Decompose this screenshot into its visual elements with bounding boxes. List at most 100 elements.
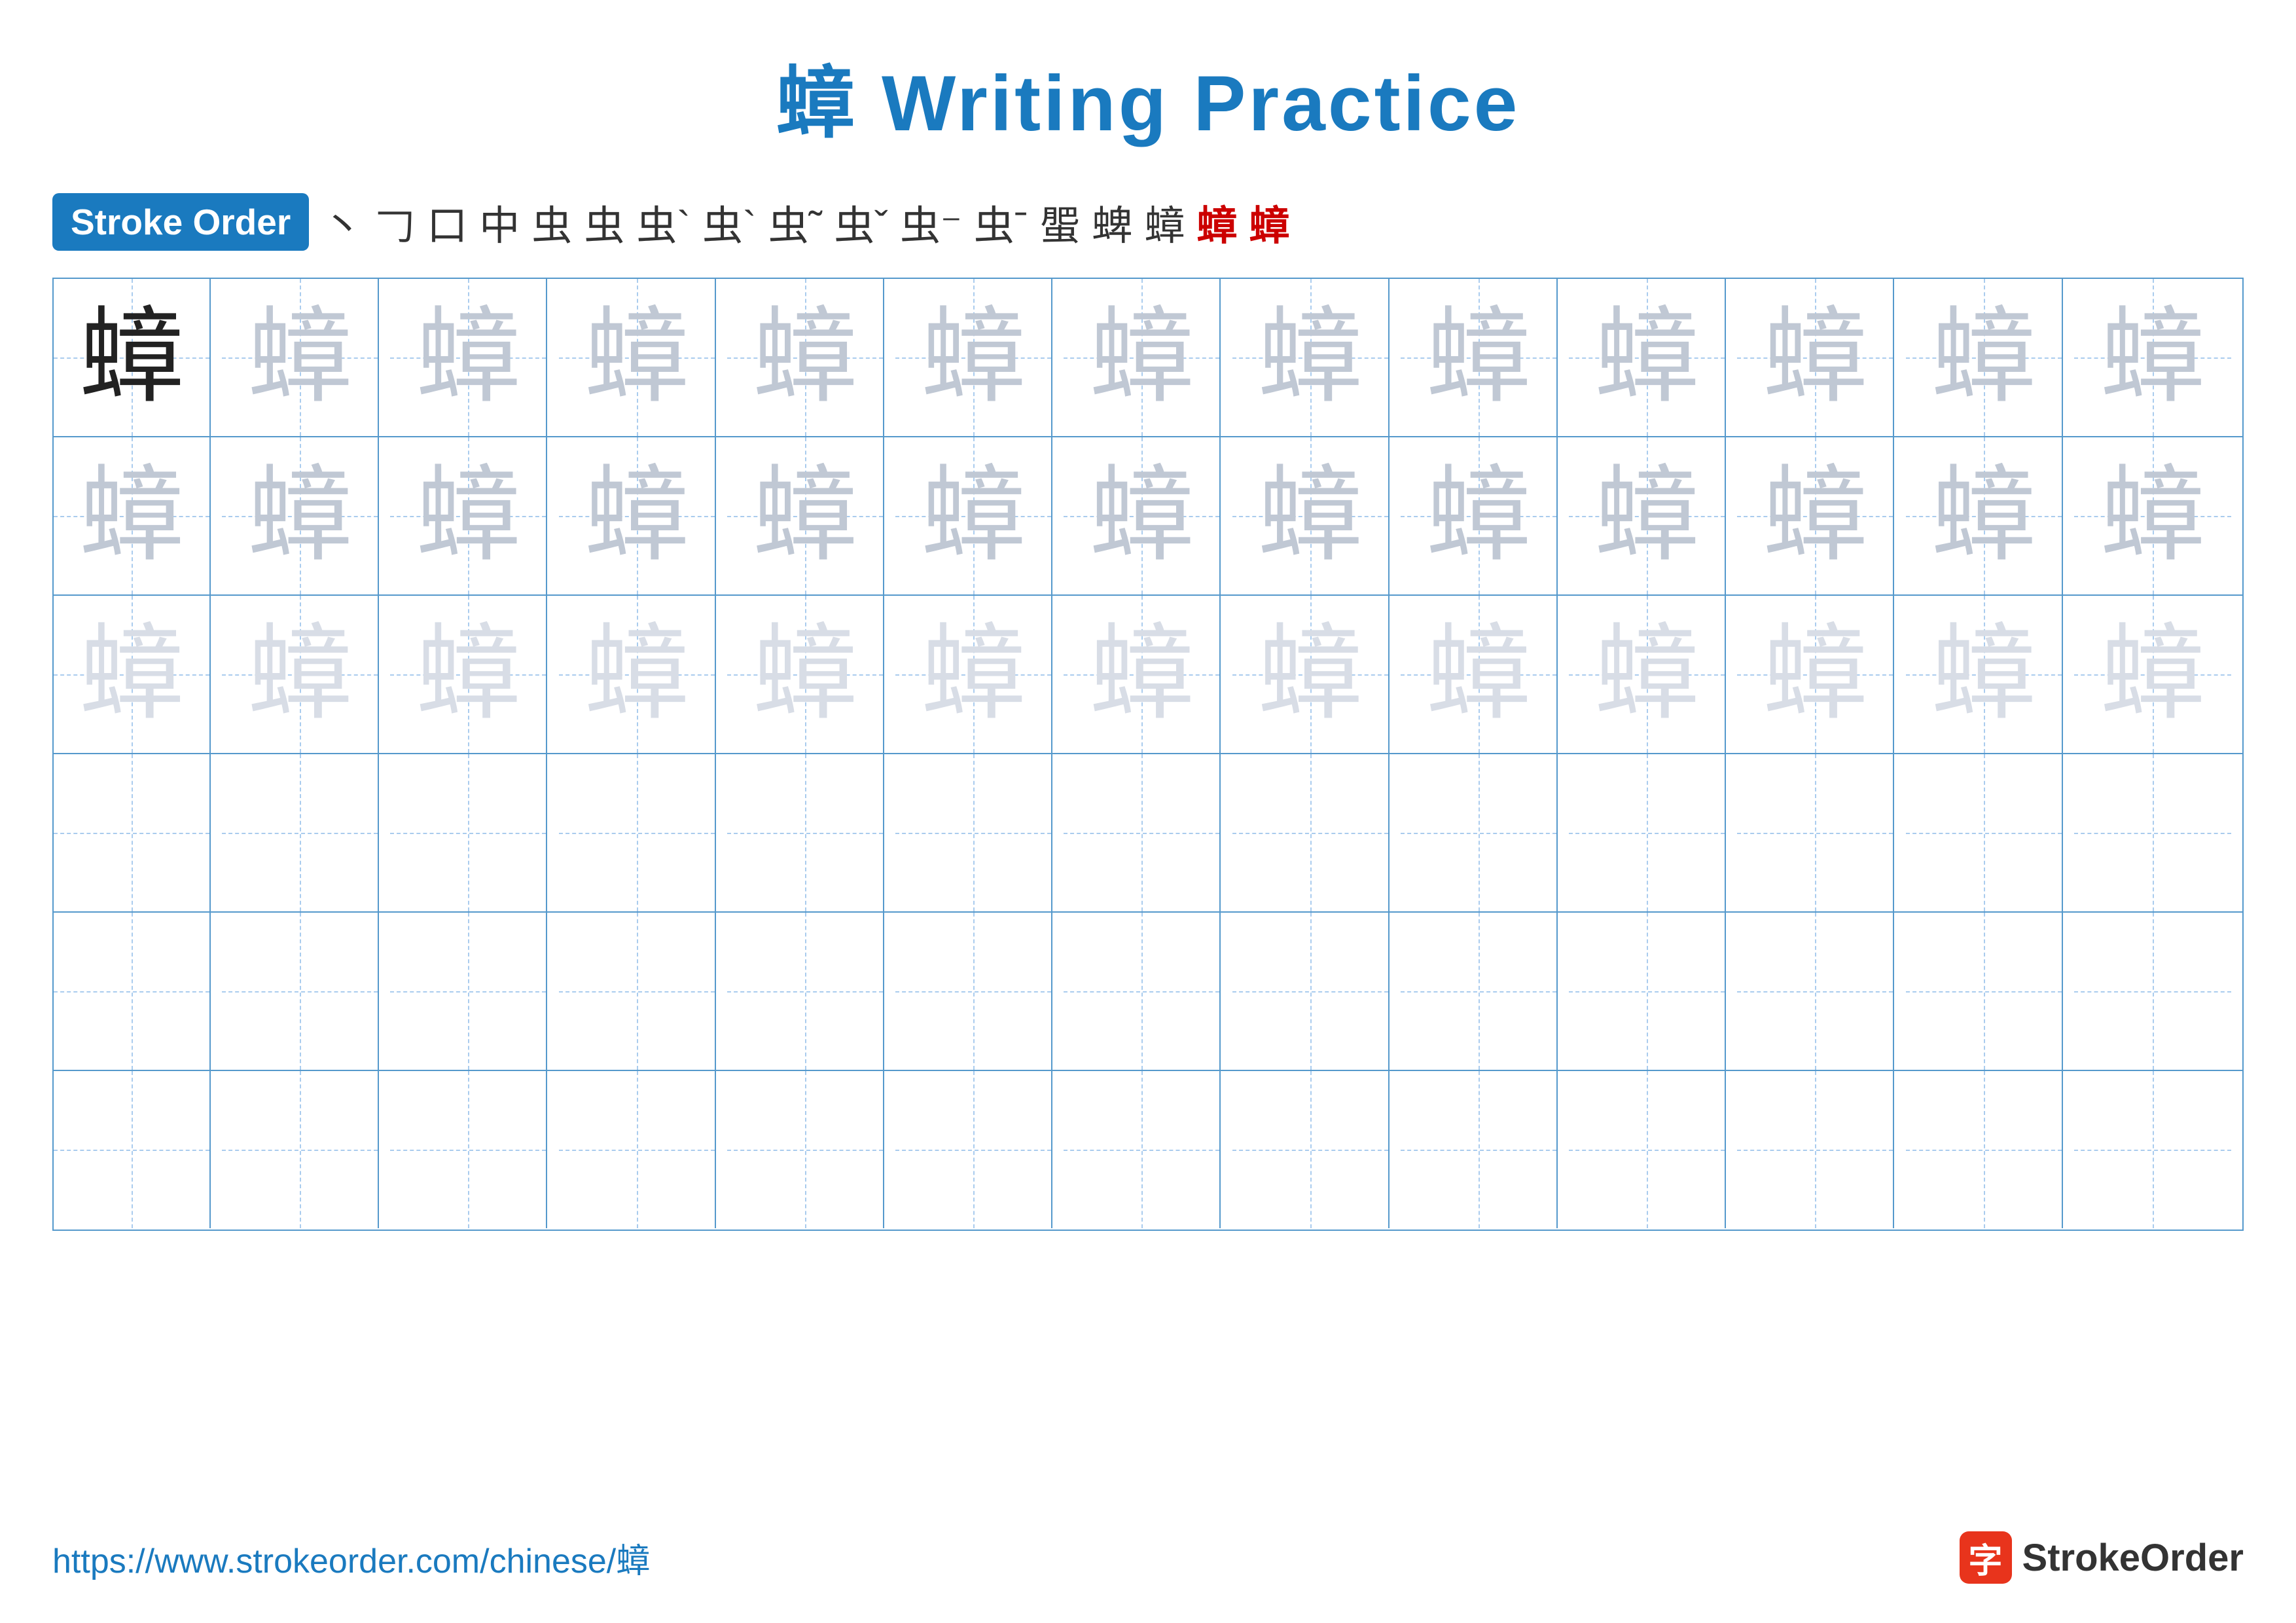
char-1-2: 蟑 (247, 305, 352, 410)
cell-4-1[interactable] (54, 754, 211, 911)
cell-2-4[interactable]: 蟑 (559, 437, 716, 594)
cell-6-2[interactable] (222, 1071, 379, 1228)
cell-5-4[interactable] (559, 913, 716, 1070)
cell-6-13[interactable] (2074, 1071, 2231, 1228)
stroke-8: 虫` (702, 192, 757, 251)
writing-grid: 蟑 蟑 蟑 蟑 蟑 蟑 蟑 蟑 蟑 蟑 蟑 蟑 蟑 蟑 蟑 蟑 蟑 蟑 蟑 蟑 … (52, 278, 2244, 1231)
cell-6-7[interactable] (1064, 1071, 1221, 1228)
strokeorder-logo-icon: 字 (1960, 1531, 2012, 1584)
cell-5-1[interactable] (54, 913, 211, 1070)
cell-5-3[interactable] (390, 913, 547, 1070)
cell-5-12[interactable] (1906, 913, 2063, 1070)
cell-1-8[interactable]: 蟑 (1232, 279, 1390, 436)
cell-5-5[interactable] (727, 913, 884, 1070)
grid-row-2: 蟑 蟑 蟑 蟑 蟑 蟑 蟑 蟑 蟑 蟑 蟑 蟑 蟑 (54, 437, 2242, 596)
cell-3-3[interactable]: 蟑 (390, 596, 547, 753)
cell-4-11[interactable] (1737, 754, 1894, 911)
cell-6-5[interactable] (727, 1071, 884, 1228)
cell-1-10[interactable]: 蟑 (1569, 279, 1726, 436)
char-1-13: 蟑 (2100, 305, 2205, 410)
cell-6-12[interactable] (1906, 1071, 2063, 1228)
page-container: 蟑 Writing Practice Stroke Order 丶 𠃌 口 中 … (0, 0, 2296, 1623)
cell-4-8[interactable] (1232, 754, 1390, 911)
cell-2-3[interactable]: 蟑 (390, 437, 547, 594)
cell-1-11[interactable]: 蟑 (1737, 279, 1894, 436)
cell-4-10[interactable] (1569, 754, 1726, 911)
cell-4-4[interactable] (559, 754, 716, 911)
cell-5-7[interactable] (1064, 913, 1221, 1070)
cell-5-13[interactable] (2074, 913, 2231, 1070)
cell-5-8[interactable] (1232, 913, 1390, 1070)
cell-2-13[interactable]: 蟑 (2074, 437, 2231, 594)
cell-2-2[interactable]: 蟑 (222, 437, 379, 594)
cell-1-13[interactable]: 蟑 (2074, 279, 2231, 436)
cell-1-5[interactable]: 蟑 (727, 279, 884, 436)
char-2-13: 蟑 (2100, 464, 2205, 568)
char-2-11: 蟑 (1763, 464, 1867, 568)
cell-3-11[interactable]: 蟑 (1737, 596, 1894, 753)
cell-4-7[interactable] (1064, 754, 1221, 911)
stroke-15: 蟑 (1144, 192, 1185, 251)
stroke-17: 蟑 (1249, 192, 1289, 251)
cell-4-5[interactable] (727, 754, 884, 911)
stroke-order-row: Stroke Order 丶 𠃌 口 中 虫 虫 虫` 虫` 虫˜ 虫ˇ 虫⁻ … (52, 192, 2244, 251)
stroke-6: 虫 (584, 192, 624, 251)
grid-row-5 (54, 913, 2242, 1071)
cell-4-6[interactable] (895, 754, 1052, 911)
cell-1-9[interactable]: 蟑 (1401, 279, 1558, 436)
cell-6-8[interactable] (1232, 1071, 1390, 1228)
cell-6-1[interactable] (54, 1071, 211, 1228)
cell-2-12[interactable]: 蟑 (1906, 437, 2063, 594)
cell-3-6[interactable]: 蟑 (895, 596, 1052, 753)
cell-5-9[interactable] (1401, 913, 1558, 1070)
logo-text: StrokeOrder (2022, 1536, 2244, 1580)
cell-1-2[interactable]: 蟑 (222, 279, 379, 436)
footer-url[interactable]: https://www.strokeorder.com/chinese/蟑 (52, 1533, 650, 1582)
stroke-16: 蟑 (1196, 192, 1237, 251)
cell-1-6[interactable]: 蟑 (895, 279, 1052, 436)
cell-4-3[interactable] (390, 754, 547, 911)
cell-3-13[interactable]: 蟑 (2074, 596, 2231, 753)
cell-1-3[interactable]: 蟑 (390, 279, 547, 436)
cell-3-4[interactable]: 蟑 (559, 596, 716, 753)
cell-2-7[interactable]: 蟑 (1064, 437, 1221, 594)
cell-5-6[interactable] (895, 913, 1052, 1070)
cell-1-12[interactable]: 蟑 (1906, 279, 2063, 436)
cell-4-2[interactable] (222, 754, 379, 911)
cell-5-10[interactable] (1569, 913, 1726, 1070)
cell-3-5[interactable]: 蟑 (727, 596, 884, 753)
char-1-11: 蟑 (1763, 305, 1867, 410)
char-3-11: 蟑 (1763, 622, 1867, 727)
cell-3-7[interactable]: 蟑 (1064, 596, 1221, 753)
cell-1-4[interactable]: 蟑 (559, 279, 716, 436)
cell-4-12[interactable] (1906, 754, 2063, 911)
cell-4-13[interactable] (2074, 754, 2231, 911)
cell-6-9[interactable] (1401, 1071, 1558, 1228)
cell-3-10[interactable]: 蟑 (1569, 596, 1726, 753)
cell-2-1[interactable]: 蟑 (54, 437, 211, 594)
cell-3-2[interactable]: 蟑 (222, 596, 379, 753)
cell-2-8[interactable]: 蟑 (1232, 437, 1390, 594)
cell-2-6[interactable]: 蟑 (895, 437, 1052, 594)
cell-1-1[interactable]: 蟑 (54, 279, 211, 436)
cell-5-11[interactable] (1737, 913, 1894, 1070)
cell-2-5[interactable]: 蟑 (727, 437, 884, 594)
cell-5-2[interactable] (222, 913, 379, 1070)
cell-3-9[interactable]: 蟑 (1401, 596, 1558, 753)
char-2-1: 蟑 (79, 464, 184, 568)
cell-6-4[interactable] (559, 1071, 716, 1228)
cell-6-10[interactable] (1569, 1071, 1726, 1228)
cell-2-9[interactable]: 蟑 (1401, 437, 1558, 594)
cell-3-1[interactable]: 蟑 (54, 596, 211, 753)
cell-4-9[interactable] (1401, 754, 1558, 911)
char-3-8: 蟑 (1258, 622, 1363, 727)
cell-3-12[interactable]: 蟑 (1906, 596, 2063, 753)
cell-6-6[interactable] (895, 1071, 1052, 1228)
cell-2-10[interactable]: 蟑 (1569, 437, 1726, 594)
cell-6-11[interactable] (1737, 1071, 1894, 1228)
cell-1-7[interactable]: 蟑 (1064, 279, 1221, 436)
cell-3-8[interactable]: 蟑 (1232, 596, 1390, 753)
char-1-9: 蟑 (1426, 305, 1531, 410)
cell-6-3[interactable] (390, 1071, 547, 1228)
cell-2-11[interactable]: 蟑 (1737, 437, 1894, 594)
